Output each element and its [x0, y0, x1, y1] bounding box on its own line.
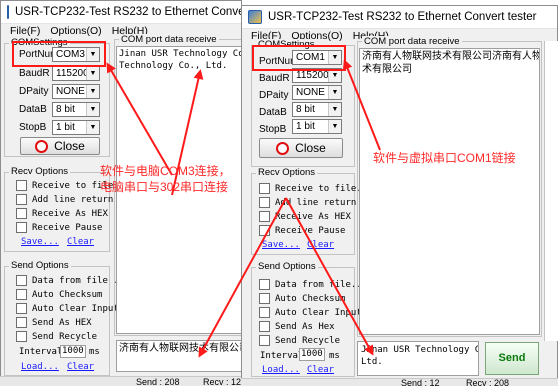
annotation-left-line1: 软件与电脑COM3连接， — [100, 164, 231, 178]
annotation-right: 软件与虚拟串口COM1链接 — [373, 150, 516, 166]
arrow-to-right-send — [285, 197, 374, 356]
annotation-left-line2: 电脑串口与302串口连接 — [100, 180, 229, 194]
annotation-arrows — [106, 59, 381, 358]
arrow-to-left-send — [198, 197, 287, 358]
annotation-left: 软件与电脑COM3连接， 电脑串口与302串口连接 — [100, 163, 231, 195]
annotation-right-line1: 软件与虚拟串口COM1链接 — [373, 151, 516, 165]
arrow-to-com3 — [106, 62, 173, 176]
arrow-to-com1 — [342, 59, 381, 151]
